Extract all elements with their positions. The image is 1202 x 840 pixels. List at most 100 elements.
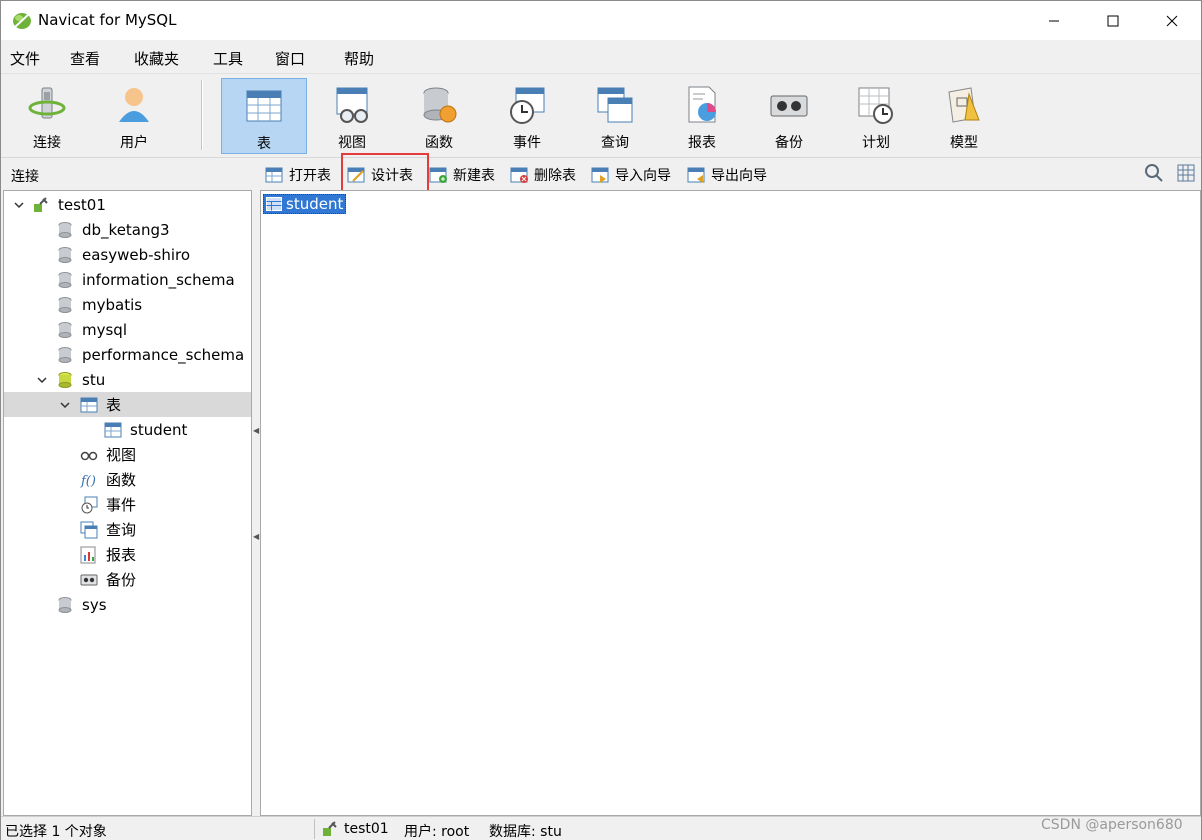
delete-table-icon — [510, 167, 528, 183]
export-wizard-button[interactable]: 导出向导 — [687, 164, 767, 186]
tree-group-functions[interactable]: f() 函数 — [4, 467, 251, 492]
database-icon — [58, 296, 72, 313]
toolbar-function-label: 函数 — [425, 135, 453, 151]
object-label: student — [286, 195, 344, 213]
tree-database-information_schema[interactable]: information_schema — [4, 267, 251, 292]
toolbar-connection-button[interactable]: 连接 — [4, 78, 90, 154]
toolbar-backup-label: 备份 — [775, 135, 803, 151]
new-table-button[interactable]: 新建表 — [429, 164, 495, 186]
menu-help[interactable]: 帮助 — [344, 48, 374, 69]
toolbar-function-button[interactable]: 函数 — [396, 78, 482, 154]
tree-database-easyweb-shiro[interactable]: easyweb-shiro — [4, 242, 251, 267]
tree-group-label: 备份 — [106, 571, 137, 589]
window-title: Navicat for MySQL — [38, 11, 177, 29]
maximize-icon — [1107, 15, 1119, 26]
tree-group-tables[interactable]: 表 — [4, 392, 251, 417]
tree-group-views[interactable]: 视图 — [4, 442, 251, 467]
tree-database-label: easyweb-shiro — [82, 245, 191, 264]
menu-window[interactable]: 窗口 — [275, 48, 305, 69]
object-table-student[interactable]: student — [263, 194, 347, 214]
tree-group-events[interactable]: 事件 — [4, 492, 251, 517]
menu-view[interactable]: 查看 — [70, 48, 100, 69]
search-icon[interactable] — [1144, 163, 1164, 183]
backup-tape-icon — [80, 574, 98, 585]
report-bars-icon — [80, 546, 96, 563]
minimize-button[interactable] — [1025, 1, 1083, 40]
grid-view-icon[interactable] — [1176, 163, 1196, 183]
toolbar-backup-button[interactable]: 备份 — [746, 78, 832, 154]
collapse-left-icon[interactable]: ◀ — [253, 532, 259, 541]
open-table-icon — [265, 167, 283, 183]
status-connection: test01 — [321, 820, 389, 838]
chevron-down-icon[interactable] — [35, 373, 49, 387]
tree-database-label: db_ketang3 — [82, 220, 170, 239]
tree-group-backups[interactable]: 备份 — [4, 567, 251, 592]
tree-database-db_ketang3[interactable]: db_ketang3 — [4, 217, 251, 242]
database-icon — [58, 346, 72, 363]
close-button[interactable] — [1143, 1, 1201, 40]
toolbar-event-button[interactable]: 事件 — [484, 78, 570, 154]
tree-table-student[interactable]: student — [4, 417, 251, 442]
status-user: 用户: root — [404, 824, 470, 840]
toolbar-query-label: 查询 — [601, 135, 629, 151]
chevron-down-icon[interactable] — [58, 398, 72, 412]
table-icon — [246, 90, 282, 122]
toolbar-connection-label: 连接 — [33, 135, 61, 151]
tree-group-queries[interactable]: 查询 — [4, 517, 251, 542]
svg-text:f(): f() — [80, 474, 96, 489]
connection-plug-icon — [323, 821, 337, 836]
view-glasses-icon — [80, 451, 98, 460]
navicat-logo-icon — [13, 13, 31, 29]
object-action-bar: 连接 打开表 设计表 新建表 删除表 导入向导 导出向导 — [1, 157, 1201, 189]
tree-database-mybatis[interactable]: mybatis — [4, 292, 251, 317]
import-wizard-icon — [591, 167, 609, 183]
toolbar-report-button[interactable]: 报表 — [659, 78, 745, 154]
tree-database-sys[interactable]: sys — [4, 592, 251, 617]
tree-table-label: student — [130, 420, 188, 439]
main-toolbar: 连接 用户 表 视图 函数 事件 查询 报表 备份 计划 模型 — [1, 73, 1201, 157]
table-icon — [104, 422, 122, 437]
report-icon — [688, 86, 716, 123]
status-database: 数据库: stu — [489, 824, 562, 840]
tree-group-reports[interactable]: 报表 — [4, 542, 251, 567]
database-icon — [58, 321, 72, 338]
toolbar-user-button[interactable]: 用户 — [91, 78, 177, 154]
toolbar-query-button[interactable]: 查询 — [572, 78, 658, 154]
tree-connection-test01[interactable]: test01 — [4, 192, 251, 217]
menu-file[interactable]: 文件 — [10, 48, 40, 69]
minimize-icon — [1049, 20, 1059, 21]
delete-table-button[interactable]: 删除表 — [510, 164, 576, 186]
import-wizard-button[interactable]: 导入向导 — [591, 164, 671, 186]
toolbar-table-button[interactable]: 表 — [221, 78, 307, 154]
tree-group-label: 视图 — [106, 446, 137, 464]
query-icon — [80, 521, 98, 538]
open-table-button[interactable]: 打开表 — [265, 164, 331, 186]
menu-tools[interactable]: 工具 — [213, 48, 243, 69]
model-icon — [948, 87, 980, 123]
toolbar-model-label: 模型 — [950, 135, 978, 151]
collapse-left-icon[interactable]: ◀ — [253, 426, 259, 435]
tree-database-label: mysql — [82, 320, 127, 339]
view-icon — [336, 87, 368, 123]
menu-favorites[interactable]: 收藏夹 — [134, 48, 179, 69]
selection-status: 已选择 1 个对象 — [5, 824, 107, 840]
open-table-label: 打开表 — [289, 168, 331, 184]
toolbar-schedule-button[interactable]: 计划 — [833, 78, 919, 154]
menu-bar: 文件 查看 收藏夹 工具 窗口 帮助 — [1, 40, 1201, 72]
tree-database-performance_schema[interactable]: performance_schema — [4, 342, 251, 367]
tree-group-label: 函数 — [106, 471, 137, 489]
toolbar-schedule-label: 计划 — [862, 135, 890, 151]
connection-tree: test01 db_ketang3 easyweb-shiro informat… — [3, 190, 252, 816]
status-bar: 已选择 1 个对象 test01 用户: root 数据库: stu CSDN … — [1, 816, 1201, 840]
maximize-button[interactable] — [1084, 1, 1142, 40]
tree-connection-label: test01 — [58, 195, 106, 214]
chevron-down-icon[interactable] — [12, 198, 26, 212]
tree-database-stu[interactable]: stu — [4, 367, 251, 392]
toolbar-model-button[interactable]: 模型 — [921, 78, 1007, 154]
panel-splitter[interactable]: ◀ ◀ — [252, 190, 260, 816]
import-wizard-label: 导入向导 — [615, 168, 671, 184]
tree-group-label: 事件 — [106, 496, 137, 514]
event-icon — [510, 87, 545, 124]
tree-database-mysql[interactable]: mysql — [4, 317, 251, 342]
toolbar-view-button[interactable]: 视图 — [309, 78, 395, 154]
